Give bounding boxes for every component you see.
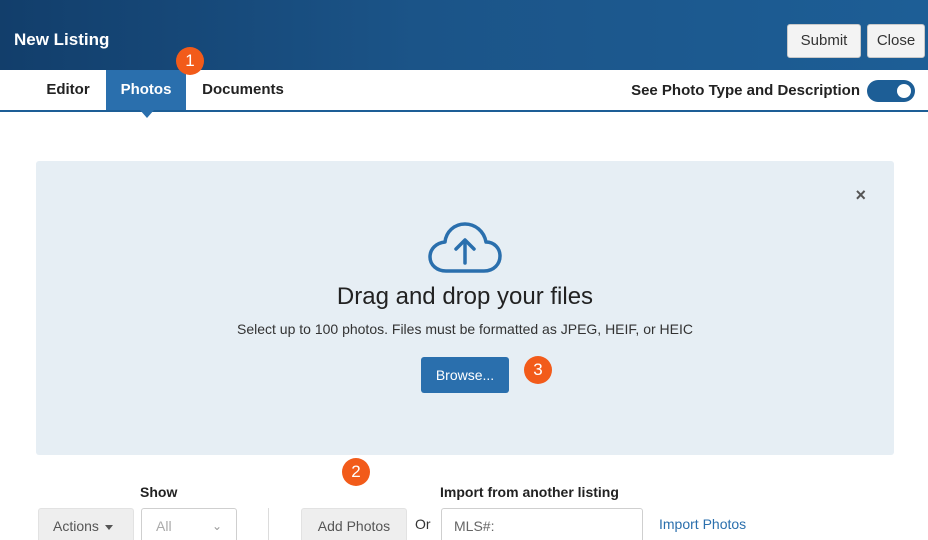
page-title: New Listing — [14, 30, 110, 49]
step-badge-1: 1 — [176, 47, 204, 75]
show-select[interactable]: All ⌄ — [141, 508, 237, 540]
import-photos-link[interactable]: Import Photos — [659, 516, 746, 532]
photo-type-toggle[interactable] — [867, 80, 915, 102]
close-button[interactable]: Close — [867, 24, 925, 58]
tab-photos[interactable]: Photos — [106, 70, 186, 118]
active-tab-pointer — [140, 110, 154, 118]
actions-label: Actions — [53, 518, 99, 534]
mls-input[interactable] — [441, 508, 643, 540]
actions-dropdown[interactable]: Actions — [38, 508, 134, 540]
caret-down-icon — [104, 524, 113, 530]
toolbar-divider — [268, 508, 269, 540]
step-badge-3: 3 — [524, 356, 552, 384]
tab-photos-label: Photos — [120, 81, 172, 98]
import-label: Import from another listing — [440, 484, 619, 500]
or-text: Or — [415, 516, 431, 532]
photo-type-toggle-label: See Photo Type and Description — [631, 82, 860, 99]
dropzone-title: Drag and drop your files — [336, 283, 594, 310]
chevron-down-icon: ⌄ — [211, 519, 222, 533]
close-icon[interactable]: × — [855, 185, 866, 206]
app-header: New Listing Submit Close — [0, 0, 928, 70]
photo-dropzone[interactable]: × Drag and drop your files Select up to … — [36, 161, 894, 455]
step-badge-2: 2 — [342, 458, 370, 486]
add-photos-button[interactable]: Add Photos — [301, 508, 407, 540]
cloud-upload-icon — [428, 222, 502, 273]
submit-button[interactable]: Submit — [787, 24, 861, 58]
tab-bar: Editor Photos Documents See Photo Type a… — [0, 70, 928, 118]
browse-button[interactable]: Browse... — [421, 357, 509, 393]
tab-documents[interactable]: Documents — [194, 70, 292, 110]
show-select-value: All — [156, 518, 172, 534]
tab-editor[interactable]: Editor — [38, 70, 98, 110]
dropzone-subtitle: Select up to 100 photos. Files must be f… — [237, 321, 693, 337]
show-label: Show — [140, 484, 178, 500]
toggle-knob — [897, 84, 911, 98]
